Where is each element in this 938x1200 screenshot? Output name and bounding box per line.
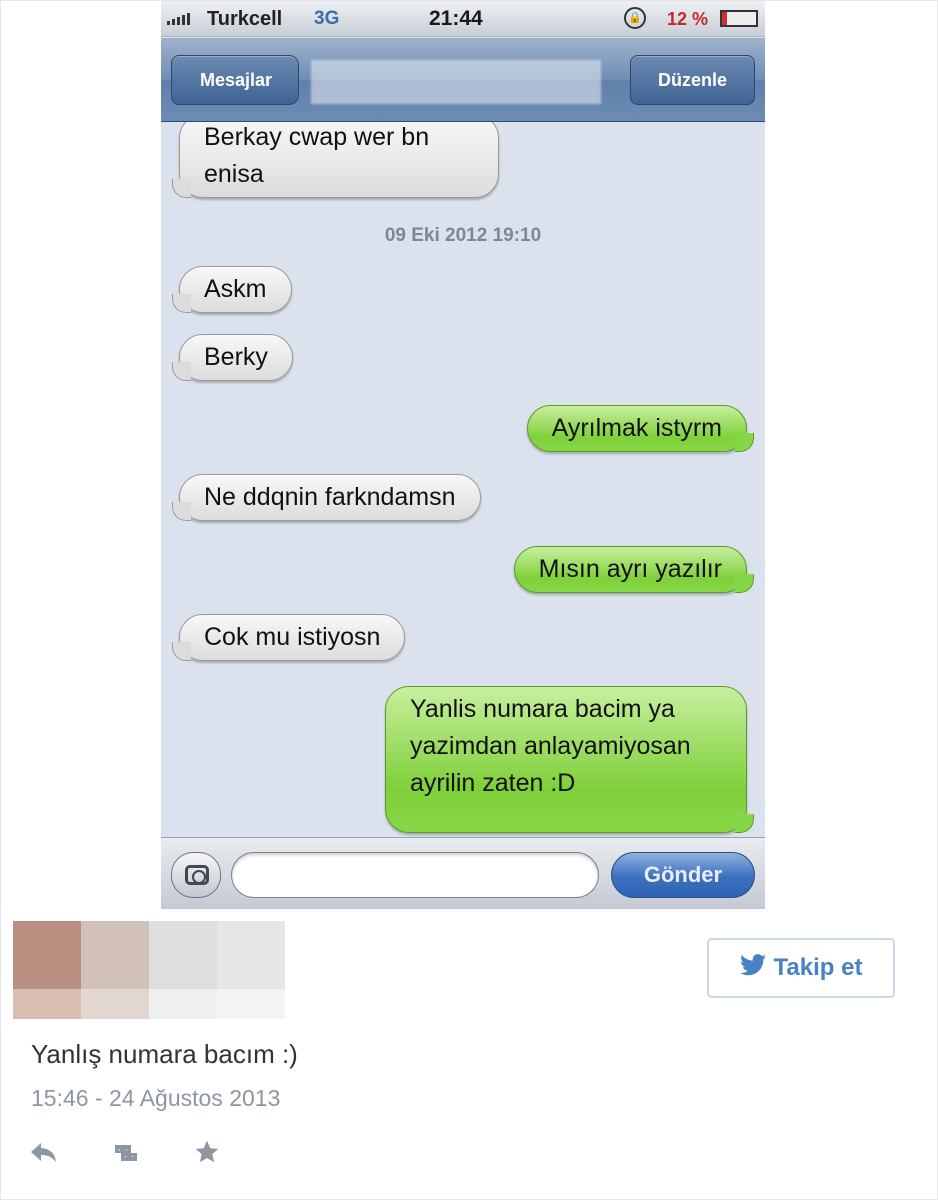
battery-icon	[720, 10, 758, 27]
signal-icon	[167, 13, 190, 25]
incoming-message: Berky	[172, 334, 293, 381]
navigation-bar: Mesajlar Düzenle	[161, 38, 765, 122]
message-thread[interactable]: Berkay cwap wer bn enisa 09 Eki 2012 19:…	[161, 122, 765, 837]
tweet-text: Yanlış numara bacım :)	[31, 1039, 298, 1069]
tweet-timestamp[interactable]: 15:46 - 24 Ağustos 2013	[31, 1085, 280, 1112]
message-composer: Gönder	[161, 837, 765, 909]
tweet-actions	[29, 1139, 221, 1172]
incoming-message: Cok mu istiyosn	[171, 614, 406, 661]
outgoing-message: Ayrılmak istyrm	[526, 405, 755, 452]
contact-name-blurred	[311, 60, 601, 104]
tweet-card: Turkcell 3G 21:44 🔒 12 % Mesajlar Düzenl…	[0, 0, 938, 1200]
battery-percent: 12 %	[667, 9, 709, 29]
incoming-message: Berkay cwap wer bn enisa	[172, 122, 499, 198]
network-type: 3G	[314, 8, 340, 29]
back-button[interactable]: Mesajlar	[171, 55, 299, 105]
retweet-icon[interactable]	[109, 1140, 143, 1172]
camera-icon[interactable]	[171, 852, 221, 898]
follow-button[interactable]: Takip et	[707, 938, 895, 998]
carrier-name: Turkcell	[207, 8, 283, 30]
twitter-bird-icon	[739, 953, 766, 983]
status-bar: Turkcell 3G 21:44 🔒 12 %	[161, 1, 765, 37]
message-input[interactable]	[231, 852, 599, 898]
incoming-message: Ne ddqnin farkndamsn	[172, 474, 481, 521]
message-timestamp: 09 Eki 2012 19:10	[384, 225, 542, 246]
rotation-lock-icon: 🔒	[624, 7, 646, 29]
favorite-icon[interactable]	[193, 1139, 221, 1172]
send-button[interactable]: Gönder	[611, 852, 755, 898]
reply-icon[interactable]	[29, 1140, 59, 1172]
incoming-message: Askm	[172, 266, 292, 313]
status-time: 21:44	[429, 7, 483, 30]
follow-button-label: Takip et	[773, 954, 863, 981]
outgoing-message: Mısın ayrı yazılır	[513, 546, 755, 593]
sms-screenshot: Turkcell 3G 21:44 🔒 12 % Mesajlar Düzenl…	[161, 1, 765, 909]
edit-button[interactable]: Düzenle	[630, 55, 755, 105]
outgoing-message: Yanlis numara bacim ya yazimdan anlayami…	[385, 686, 754, 833]
avatar-pixelated[interactable]	[13, 921, 285, 1019]
